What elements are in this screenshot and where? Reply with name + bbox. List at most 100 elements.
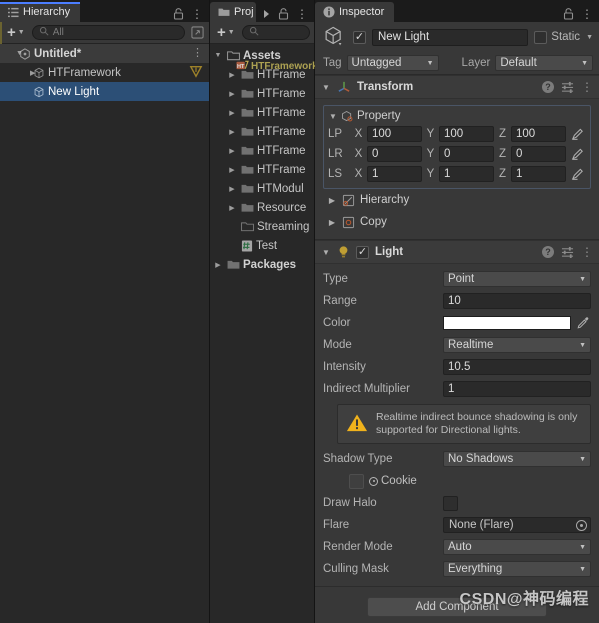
project-row-streamingassets[interactable]: ▶ Streaming [210, 217, 314, 236]
hierarchy-tab-icons: ⋮ [173, 8, 209, 22]
expand-arrow-icon[interactable]: ▶ [226, 185, 238, 193]
copy-subfoldout[interactable]: ▶ Copy [323, 211, 591, 233]
light-flare-objectfield[interactable]: None (Flare) [443, 517, 591, 533]
gameobject-active-checkbox[interactable] [353, 30, 366, 44]
gameobject-name-field[interactable]: New Light [372, 28, 529, 46]
expand-arrow-icon[interactable]: ▶ [226, 204, 238, 212]
settings-sliders-icon[interactable] [561, 81, 574, 93]
project-row-resources[interactable]: ▶ Resource [210, 198, 314, 217]
expand-arrow-icon[interactable]: ▼ [0, 50, 23, 57]
ls-x-field[interactable]: 1 [367, 166, 422, 182]
lr-z-field[interactable]: 0 [511, 146, 566, 162]
lock-icon[interactable] [278, 8, 289, 20]
kebab-menu-icon[interactable]: ⋮ [296, 8, 308, 20]
project-row-test[interactable]: ▶ Test [210, 236, 314, 255]
transform-component-header[interactable]: ▼ Transform ? ⋮ [315, 75, 599, 99]
lr-x-field[interactable]: 0 [367, 146, 422, 162]
project-row-htframework-2[interactable]: ▶ HTFrame [210, 103, 314, 122]
tab-inspector[interactable]: Inspector [315, 2, 395, 22]
ls-y-field[interactable]: 1 [439, 166, 494, 182]
project-tree[interactable]: ▼ Assets ▶ HTFrame ▶ HTFrame ▶ HTFrame ▶… [210, 44, 318, 623]
hierarchy-tree[interactable]: ▼ Untitled* ⋮ ▶ HTFramework ▶ [0, 44, 209, 623]
light-intensity-field[interactable]: 10.5 [443, 359, 591, 375]
tag-dropdown[interactable]: Untagged ▼ [346, 55, 439, 71]
light-render-mode-dropdown[interactable]: Auto ▼ [443, 539, 591, 555]
layer-dropdown[interactable]: Default ▼ [495, 55, 593, 71]
search-input[interactable] [241, 25, 310, 40]
light-type-dropdown[interactable]: Point ▼ [443, 271, 591, 287]
kebab-menu-icon[interactable]: ⋮ [191, 8, 203, 20]
light-mode-dropdown[interactable]: Realtime ▼ [443, 337, 591, 353]
expand-arrow-icon[interactable]: ▶ [226, 166, 238, 174]
project-row-label: HTFrame [257, 87, 306, 100]
chevron-down-icon[interactable]: ▼ [584, 34, 593, 41]
light-component-header[interactable]: ▼ Light ? ⋮ [315, 240, 599, 264]
lock-icon[interactable] [173, 8, 184, 20]
light-shadow-type-dropdown[interactable]: No Shadows ▼ [443, 451, 591, 467]
foldout-arrow-icon[interactable]: ▶ [327, 196, 337, 205]
hierarchy-subfoldout[interactable]: ▶ Hierarchy [323, 189, 591, 211]
light-cookie-field[interactable] [349, 473, 364, 489]
edit-pencil-icon[interactable] [570, 147, 586, 161]
light-range-field[interactable]: 10 [443, 293, 591, 309]
expand-arrow-icon[interactable]: ▶ [226, 109, 238, 117]
settings-sliders-icon[interactable] [561, 246, 574, 258]
project-row-htmodules[interactable]: ▶ HTModul [210, 179, 314, 198]
expand-arrow-icon[interactable]: ▶ [226, 90, 238, 98]
expand-arrow-icon[interactable]: ▶ [226, 128, 238, 136]
project-row-htframework-3[interactable]: ▶ HTFrame [210, 122, 314, 141]
kebab-menu-icon[interactable]: ⋮ [581, 81, 593, 93]
expand-arrow-icon[interactable]: ▼ [212, 52, 224, 59]
light-enabled-checkbox[interactable] [356, 245, 369, 259]
tab-project[interactable]: Proj [210, 2, 256, 22]
create-button[interactable]: + ▼ [214, 25, 238, 40]
light-culling-mask-dropdown[interactable]: Everything ▼ [443, 561, 591, 577]
transform-row-lp: LP X 100 Y 100 Z 100 [328, 124, 586, 144]
lock-icon[interactable] [563, 8, 574, 20]
foldout-arrow-icon[interactable]: ▼ [321, 248, 331, 257]
hierarchy-row-htframework[interactable]: ▶ HTFramework [0, 63, 209, 82]
kebab-menu-icon[interactable]: ⋮ [581, 8, 593, 20]
foldout-arrow-icon[interactable]: ▼ [328, 112, 338, 121]
property-foldout[interactable]: ▼ Property [328, 108, 586, 124]
static-toggle-group[interactable]: Static ▼ [534, 30, 593, 44]
lr-y-field[interactable]: 0 [439, 146, 494, 162]
edit-pencil-icon[interactable] [570, 167, 586, 181]
edit-pencil-icon[interactable] [570, 127, 586, 141]
kebab-menu-icon[interactable]: ⋮ [581, 246, 593, 258]
object-picker-icon[interactable] [369, 476, 378, 486]
light-color-swatch[interactable] [443, 316, 571, 330]
search-input[interactable]: All [31, 25, 185, 40]
kebab-menu-icon[interactable]: ⋮ [192, 48, 203, 59]
light-indirect-multiplier-field[interactable]: 1 [443, 381, 591, 397]
expand-arrow-icon[interactable]: ▶ [0, 69, 35, 77]
hierarchy-row-scene[interactable]: ▼ Untitled* ⋮ [0, 44, 209, 63]
help-icon[interactable]: ? [542, 246, 554, 258]
create-button[interactable]: + ▼ [4, 25, 28, 40]
hierarchy-row-new-light[interactable]: ▶ New Light [0, 82, 209, 101]
project-row-htframework-4[interactable]: ▶ HTFrame [210, 141, 314, 160]
tab-hierarchy[interactable]: Hierarchy [0, 2, 81, 22]
help-icon[interactable]: ? [542, 81, 554, 93]
static-checkbox[interactable] [534, 30, 548, 44]
expand-arrow-icon[interactable]: ▶ [226, 147, 238, 155]
ls-z-field[interactable]: 1 [511, 166, 566, 182]
object-picker-icon[interactable] [576, 519, 587, 531]
lp-y-field[interactable]: 100 [439, 126, 494, 142]
scene-visibility-icon[interactable] [189, 25, 205, 40]
project-row-htframework-5[interactable]: ▶ HTFrame [210, 160, 314, 179]
lp-z-field[interactable]: 100 [511, 126, 566, 142]
project-row-htframework-1[interactable]: ▶ HTFrame [210, 84, 314, 103]
lp-x-field[interactable]: 100 [367, 126, 422, 142]
eyedropper-icon[interactable] [575, 316, 591, 330]
light-draw-halo-checkbox[interactable] [443, 495, 458, 511]
foldout-arrow-icon[interactable]: ▶ [327, 218, 337, 227]
gameobject-cube-icon[interactable] [323, 25, 347, 49]
add-component-button[interactable]: Add Component [367, 597, 547, 617]
light-render-mode-label: Render Mode [323, 541, 393, 553]
expand-arrow-icon[interactable]: ▶ [212, 261, 224, 269]
project-row-packages[interactable]: ▶ Packages [210, 255, 314, 274]
tab-overflow-arrow-icon[interactable] [262, 9, 271, 19]
foldout-arrow-icon[interactable]: ▼ [321, 83, 331, 92]
project-tabbar: Proj ⋮ [210, 0, 314, 22]
